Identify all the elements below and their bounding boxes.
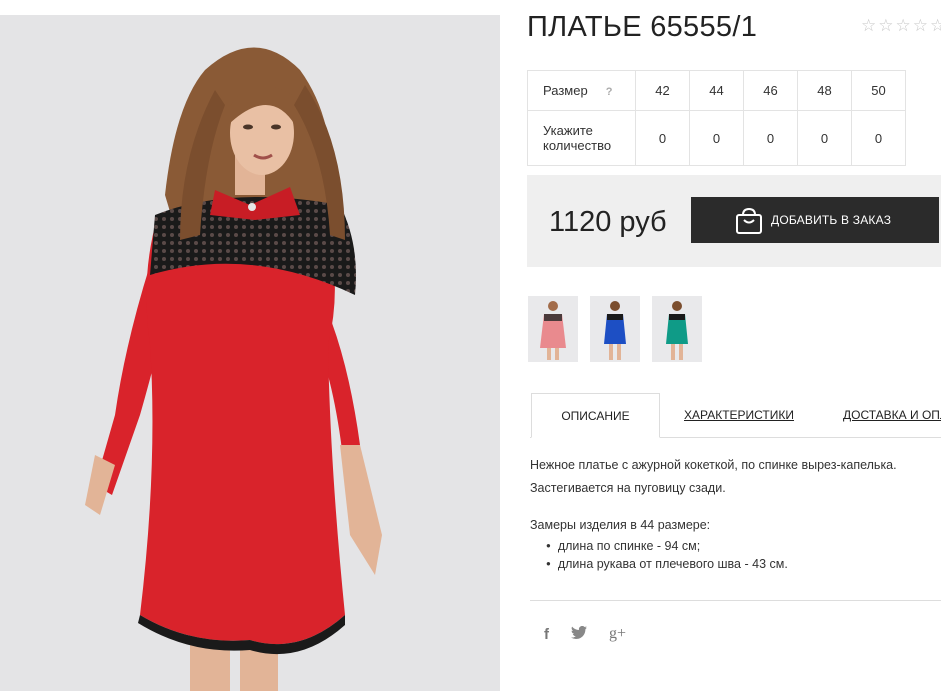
measure-item: длина по спинке - 94 см; (546, 538, 788, 556)
tab-description[interactable]: ОПИСАНИЕ (531, 393, 660, 438)
price-panel: 1120 руб ДОБАВИТЬ В ЗАКАЗ (527, 175, 941, 267)
add-to-order-label: ДОБАВИТЬ В ЗАКАЗ (771, 213, 892, 227)
star-icon[interactable]: ☆ (930, 17, 941, 35)
product-main-image[interactable] (0, 15, 500, 691)
measure-title: Замеры изделия в 44 размере: (530, 518, 711, 532)
size-48[interactable]: 48 (797, 70, 852, 111)
star-icon[interactable]: ☆ (878, 17, 893, 35)
google-plus-icon[interactable]: g+ (609, 625, 626, 643)
measure-list: длина по спинке - 94 см; длина рукава от… (546, 538, 788, 574)
quantity-input-50[interactable]: 0 (851, 110, 906, 166)
tab-delivery-payment[interactable]: ДОСТАВКА И ОПЛ (843, 393, 941, 437)
twitter-icon[interactable] (571, 625, 587, 643)
size-44[interactable]: 44 (689, 70, 744, 111)
quantity-label: Укажите количество (527, 110, 636, 166)
size-42[interactable]: 42 (635, 70, 690, 111)
size-50[interactable]: 50 (851, 70, 906, 111)
thumbnail-blue-dress[interactable] (590, 296, 640, 362)
rating-stars[interactable]: ☆ ☆ ☆ ☆ ☆ (861, 17, 941, 35)
size-46[interactable]: 46 (743, 70, 798, 111)
size-label-cell: Размер? (527, 70, 636, 111)
add-to-order-button[interactable]: ДОБАВИТЬ В ЗАКАЗ (691, 197, 939, 243)
thumbnail-gallery (528, 296, 702, 362)
tab-characteristics[interactable]: ХАРАКТЕРИСТИКИ (684, 393, 794, 437)
section-divider (530, 600, 941, 601)
shopping-bag-icon (736, 208, 762, 234)
dress-model-illustration (85, 47, 382, 691)
quantity-input-48[interactable]: 0 (797, 110, 852, 166)
help-icon[interactable]: ? (606, 86, 613, 98)
quantity-input-44[interactable]: 0 (689, 110, 744, 166)
star-icon[interactable]: ☆ (913, 17, 928, 35)
thumbnail-pink-dress[interactable] (528, 296, 578, 362)
social-share: f g+ (544, 625, 626, 643)
size-label: Размер (543, 83, 588, 98)
size-table: Размер? 42 44 46 48 50 Укажите количеств… (527, 70, 906, 166)
quantity-row: Укажите количество 0 0 0 0 0 (527, 110, 906, 166)
description-paragraph: Нежное платье с ажурной кокеткой, по спи… (530, 458, 897, 495)
facebook-icon[interactable]: f (544, 626, 549, 643)
description-text: Нежное платье с ажурной кокеткой, по спи… (530, 454, 940, 500)
measure-item: длина рукава от плечевого шва - 43 см. (546, 556, 788, 574)
thumbnail-green-dress[interactable] (652, 296, 702, 362)
product-price: 1120 руб (549, 206, 667, 238)
size-row: Размер? 42 44 46 48 50 (527, 70, 906, 111)
star-icon[interactable]: ☆ (896, 17, 911, 35)
star-icon[interactable]: ☆ (861, 17, 876, 35)
quantity-input-42[interactable]: 0 (635, 110, 690, 166)
quantity-input-46[interactable]: 0 (743, 110, 798, 166)
product-title: ПЛАТЬЕ 65555/1 (527, 11, 758, 43)
